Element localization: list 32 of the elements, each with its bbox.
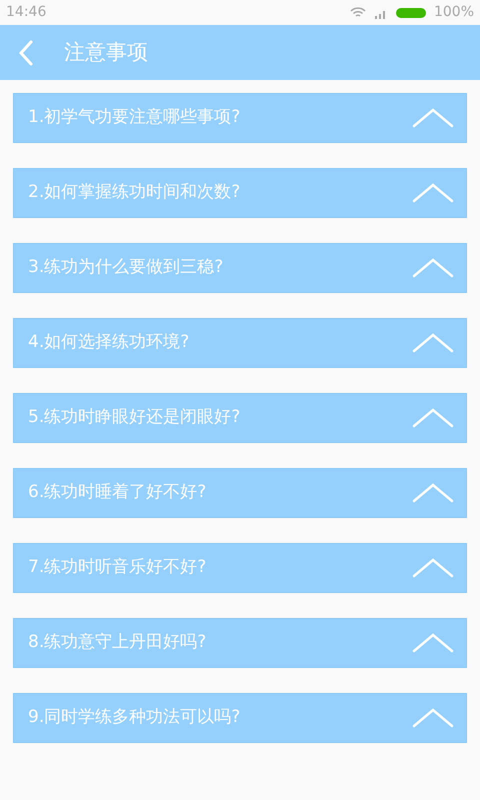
question-item[interactable]: 4.如何选择练功环境? [13, 318, 467, 368]
page-title: 注意事项 [64, 38, 148, 66]
question-item[interactable]: 1.初学气功要注意哪些事项? [13, 93, 467, 143]
wifi-icon [350, 6, 366, 18]
question-text: 5.练功时睁眼好还是闭眼好? [28, 406, 240, 430]
question-item[interactable]: 5.练功时睁眼好还是闭眼好? [13, 393, 467, 443]
question-text: 1.初学气功要注意哪些事项? [28, 106, 240, 130]
question-text: 3.练功为什么要做到三稳? [28, 256, 224, 280]
chevron-up-icon [412, 558, 454, 578]
question-item[interactable]: 3.练功为什么要做到三稳? [13, 243, 467, 293]
question-item[interactable]: 6.练功时睡着了好不好? [13, 468, 467, 518]
chevron-up-icon [412, 258, 454, 278]
question-item[interactable]: 9.同时学练多种功法可以吗? [13, 693, 467, 743]
chevron-up-icon [412, 633, 454, 653]
status-time: 14:46 [6, 3, 46, 22]
chevron-up-icon [412, 408, 454, 428]
question-text: 9.同时学练多种功法可以吗? [28, 706, 240, 730]
question-item[interactable]: 8.练功意守上丹田好吗? [13, 618, 467, 668]
battery-icon [396, 8, 426, 18]
question-text: 8.练功意守上丹田好吗? [28, 631, 206, 654]
chevron-up-icon [412, 483, 454, 503]
chevron-up-icon [412, 183, 454, 203]
chevron-up-icon [412, 108, 454, 128]
question-item[interactable]: 7.练功时听音乐好不好? [13, 543, 467, 593]
chevron-up-icon [412, 333, 454, 353]
question-text: 4.如何选择练功环境? [28, 331, 190, 354]
chevron-up-icon [412, 708, 454, 728]
question-text: 7.练功时听音乐好不好? [28, 556, 206, 580]
question-text: 6.练功时睡着了好不好? [28, 481, 206, 504]
battery-percent: 100% [434, 3, 474, 22]
question-item[interactable]: 2.如何掌握练功时间和次数? [13, 168, 467, 218]
question-text: 2.如何掌握练功时间和次数? [28, 181, 240, 204]
